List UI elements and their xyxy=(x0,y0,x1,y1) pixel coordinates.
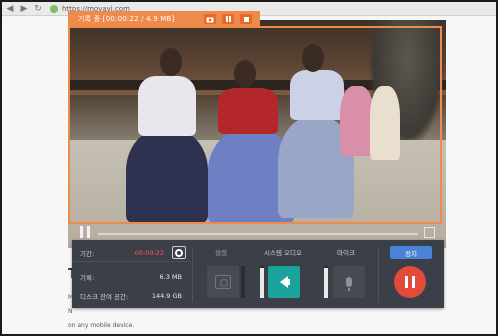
duration-label: 기간: xyxy=(80,250,95,258)
webcam-label: 웹캠 xyxy=(215,249,227,257)
webcam-toggle[interactable] xyxy=(207,266,239,298)
pause-icon[interactable] xyxy=(222,14,234,24)
recording-bar[interactable]: 기록 중 [00:00:22 / 4.9 MB] xyxy=(68,11,260,27)
recording-panel: 기간: 00:00:22 기록: 6.3 MB 디스크 잔여 공간: 144.9… xyxy=(72,240,444,308)
capture-area-border[interactable] xyxy=(68,26,442,224)
panel-divider xyxy=(192,248,193,302)
secure-lock-icon xyxy=(50,4,58,13)
recording-info: 기간: 00:00:22 기록: 6.3 MB 디스크 잔여 공간: 144.9… xyxy=(72,240,190,308)
stop-icon[interactable] xyxy=(240,14,252,24)
webcam-icon xyxy=(215,275,231,289)
stop-button[interactable]: 정지 xyxy=(390,246,432,259)
pause-icon xyxy=(405,276,415,288)
mic-toggle[interactable] xyxy=(333,266,365,298)
recorded-label: 기록: xyxy=(80,273,95,282)
system-audio-level[interactable] xyxy=(260,266,264,298)
free-space-value: 144.9 GB xyxy=(151,291,182,300)
speaker-icon xyxy=(280,276,290,288)
player-pause-icon[interactable] xyxy=(80,226,90,238)
reload-icon[interactable]: ↻ xyxy=(32,3,44,15)
webcam-level xyxy=(241,266,245,298)
back-icon[interactable]: ◀ xyxy=(4,3,16,15)
recorded-value: 6.3 MB xyxy=(159,272,182,281)
forward-icon[interactable]: ▶ xyxy=(18,3,30,15)
page-text-line: on any mobile device. xyxy=(68,322,135,329)
panel-divider xyxy=(378,248,379,302)
recorded-row: 기록: 6.3 MB xyxy=(72,268,190,285)
recording-status: 기록 중 [00:00:22 / 4.9 MB] xyxy=(78,15,175,23)
microphone-icon xyxy=(346,277,352,291)
free-space-label: 디스크 잔여 공간: xyxy=(80,292,129,301)
free-space-row: 디스크 잔여 공간: 144.9 GB xyxy=(72,287,190,304)
player-progress-bar[interactable] xyxy=(98,233,418,235)
camera-icon[interactable] xyxy=(204,14,216,24)
system-audio-label: 시스템 오디오 xyxy=(264,249,302,257)
system-audio-toggle[interactable] xyxy=(268,266,300,298)
target-icon[interactable] xyxy=(172,246,186,259)
pause-button[interactable] xyxy=(394,266,426,298)
duration-value: 00:00:22 xyxy=(134,249,164,257)
fullscreen-icon[interactable] xyxy=(424,227,435,238)
mic-label: 마이크 xyxy=(337,249,355,257)
mic-level[interactable] xyxy=(324,266,328,298)
screen-frame: ◀ ▶ ↻ https://movavi.com T M N on any mo… xyxy=(0,0,498,336)
page-text-line: N xyxy=(68,308,73,315)
